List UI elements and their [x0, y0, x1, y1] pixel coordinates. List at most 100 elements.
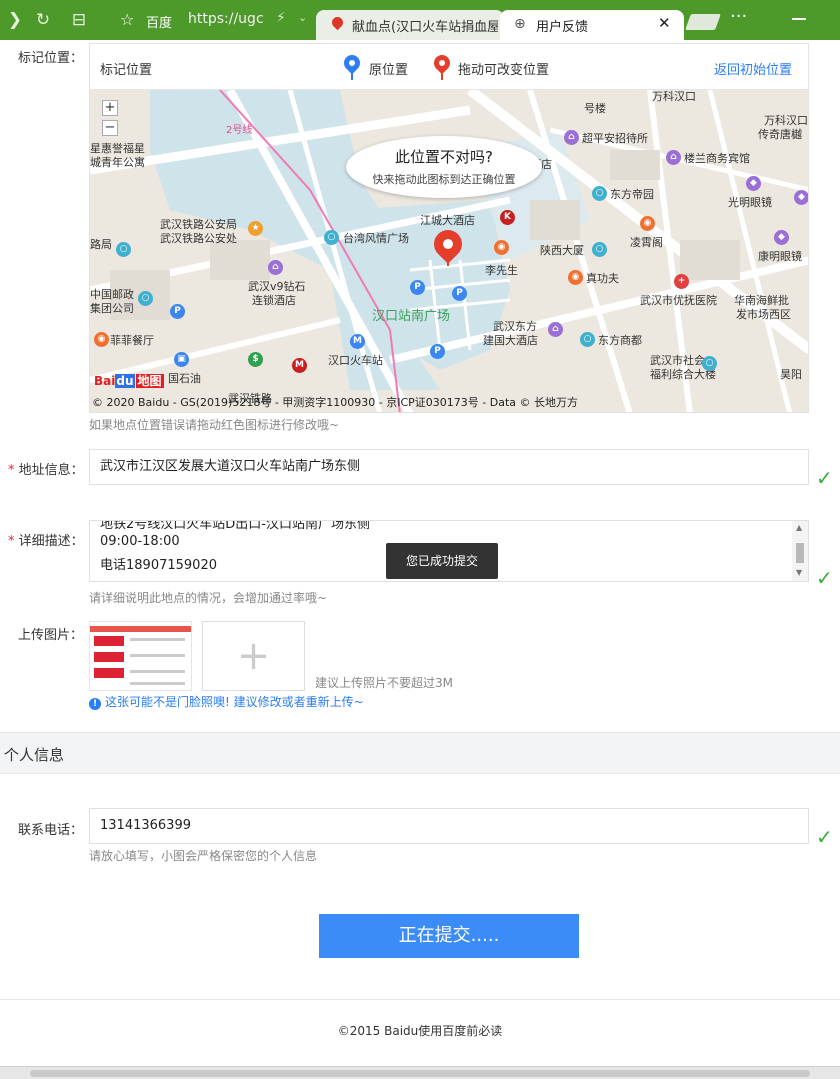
scrollbar-thumb[interactable]	[30, 1070, 810, 1077]
refresh-icon[interactable]: ↻	[28, 0, 58, 40]
zoom-in-button[interactable]: +	[102, 100, 118, 116]
map-poi: 昊阳	[780, 368, 802, 381]
map-poi: 汉口站南广场	[372, 309, 451, 324]
poi-icon: ○	[580, 332, 595, 347]
food-icon: ◉	[494, 240, 509, 255]
lightning-icon[interactable]: ⚡	[276, 10, 286, 26]
close-tab-icon[interactable]: ✕	[658, 14, 671, 32]
tab-title: 用户反馈	[536, 20, 589, 35]
address-label: * 地址信息：	[8, 459, 84, 478]
metro-icon: M	[350, 334, 365, 349]
parking-icon: P	[430, 344, 445, 359]
shop-icon: ◆	[774, 230, 789, 245]
detail-line: 09:00-18:00	[100, 534, 180, 549]
map-poi: 武汉铁路公安处	[160, 232, 237, 245]
detail-label-text: 详细描述：	[18, 534, 84, 549]
thumb-block	[94, 636, 124, 646]
gas-icon: ▣	[174, 352, 189, 367]
reset-location-link[interactable]: 返回初始位置	[714, 59, 792, 78]
scroll-up-icon[interactable]: ▲	[796, 523, 802, 532]
thumb-block	[94, 652, 124, 662]
reader-icon[interactable]: ⊟	[64, 0, 94, 40]
food-icon: ◉	[640, 216, 655, 231]
shop-icon: ◆	[794, 190, 808, 205]
map-poi: 万科汉口	[652, 90, 696, 103]
address-bar[interactable]: ☆ 百度 https://ugc ⚡ ⌄	[112, 6, 312, 34]
phone-input[interactable]: 13141366399	[89, 808, 809, 844]
textarea-scrollbar[interactable]: ▲ ▼	[792, 521, 808, 581]
parking-icon: P	[452, 286, 467, 301]
uploaded-photo-thumbnail[interactable]	[89, 621, 192, 691]
map-poi: 武汉市优抚医院	[640, 294, 717, 307]
drag-pin-stem	[441, 70, 443, 80]
logo-map: 地图	[135, 374, 164, 388]
poi-icon: ○	[592, 186, 607, 201]
map-poi: 发市场西区	[736, 308, 791, 321]
add-photo-button[interactable]: +	[202, 621, 305, 691]
map-poi: 连锁酒店	[252, 294, 296, 307]
phone-hint: 请放心填写，小图会严格保密您的个人信息	[89, 849, 318, 863]
success-toast: 您已成功提交	[386, 543, 498, 579]
back-icon[interactable]: ❯	[0, 0, 30, 40]
scroll-thumb[interactable]	[796, 543, 804, 563]
map-pin-icon	[329, 14, 346, 31]
hospital-icon: +	[674, 274, 689, 289]
map-poi: 武汉铁路公安局	[160, 218, 237, 231]
address-valid-icon: ✓	[816, 466, 833, 490]
map-poi: 中国邮政	[90, 288, 134, 301]
detail-line: 电话18907159020	[100, 558, 217, 573]
map-poi: 东方帝园	[610, 188, 654, 201]
address-input[interactable]: 武汉市江汉区发展大道汉口火车站南广场东侧	[89, 449, 809, 485]
draggable-pin-stem	[447, 254, 449, 266]
map-poi: 路局	[90, 238, 112, 251]
map-widget[interactable]: 标记位置 原位置 拖动可改变位置 返回初始位置 + − 2号线 星惠誉福星 城青…	[89, 43, 809, 413]
mcdonalds-icon: M	[292, 358, 307, 373]
favorite-star-icon[interactable]: ☆	[120, 10, 134, 29]
map-header: 标记位置 原位置 拖动可改变位置 返回初始位置	[90, 44, 808, 90]
poi-icon: ○	[324, 230, 339, 245]
baidu-bookmark[interactable]: 百度	[146, 12, 172, 31]
thumb-line	[130, 654, 185, 657]
food-icon: ◉	[568, 270, 583, 285]
tab-feedback[interactable]: ⊕ 用户反馈 ✕	[500, 10, 684, 40]
zoom-out-button[interactable]: −	[102, 120, 118, 136]
minimize-icon[interactable]	[792, 18, 806, 20]
map-poi: 汉口火车站	[328, 354, 383, 367]
map-canvas[interactable]: + − 2号线 星惠誉福星 城青年公寓 武汉铁路公安局 武汉铁路公安处 ★ 路局…	[90, 90, 808, 412]
horizontal-scrollbar[interactable]	[0, 1066, 840, 1079]
map-poi: 建国大酒店	[483, 334, 538, 347]
detail-line: 地铁2号线汉口火车站D出口-汉口站南广场东侧	[100, 520, 370, 532]
poi-icon: ○	[592, 242, 607, 257]
map-poi: 楼兰商务宾馆	[684, 152, 750, 165]
upload-label: 上传图片：	[18, 628, 84, 643]
new-tab-button[interactable]	[685, 14, 721, 30]
url-text[interactable]: https://ugc	[188, 11, 266, 27]
logo-bai: Bai	[94, 374, 116, 388]
tab-title: 献血点(汉口火车站捐血屋	[352, 20, 498, 35]
original-pin-stem	[351, 70, 353, 80]
hotel-icon: ⌂	[666, 150, 681, 165]
baidu-map-logo: Baidu 地图	[94, 372, 164, 389]
bubble-question: 此位置不对吗?	[395, 148, 493, 166]
scroll-down-icon[interactable]: ▼	[796, 568, 802, 577]
map-poi: 传奇唐樾	[758, 128, 802, 141]
upload-warning: ! 这张可能不是门脸照噢! 建议修改或者重新上传~	[89, 693, 364, 710]
more-menu-icon[interactable]: ···	[730, 6, 747, 27]
upload-warning-text: 这张可能不是门脸照噢! 建议修改或者重新上传~	[105, 695, 364, 709]
footer-text[interactable]: ©2015 Baidu使用百度前必读	[0, 1022, 840, 1039]
map-poi: 国石油	[168, 372, 201, 385]
map-poi: 华南海鲜批	[734, 294, 789, 307]
map-poi: 武汉东方	[493, 320, 537, 333]
chevron-down-icon[interactable]: ⌄	[298, 11, 307, 24]
thumb-line	[130, 670, 185, 673]
required-mark: *	[8, 463, 15, 478]
map-copyright: © 2020 Baidu - GS(2019)5218号 - 甲测资字11009…	[92, 396, 579, 409]
tab-donation[interactable]: 献血点(汉口火车站捐血屋	[316, 10, 504, 40]
hotel-icon: ⌂	[268, 260, 283, 275]
map-poi: 城青年公寓	[90, 156, 145, 169]
submit-button[interactable]: 正在提交.....	[319, 914, 579, 958]
map-poi: 武汉市社会	[650, 354, 705, 367]
map-poi: 康明眼镜	[758, 250, 802, 263]
map-poi: 武汉v9钻石	[248, 280, 306, 293]
detail-label: * 详细描述：	[8, 530, 84, 549]
